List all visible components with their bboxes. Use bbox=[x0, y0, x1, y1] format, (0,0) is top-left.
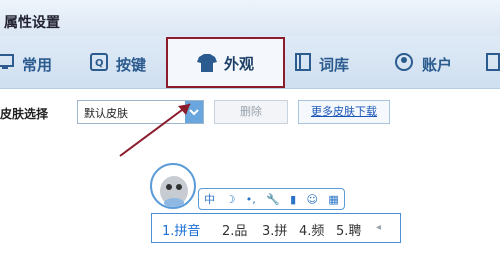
candidate-item[interactable]: 5.聘 bbox=[336, 220, 361, 239]
ime-status-toolbar: 中 ☽ •, 🔧 ▮ ☺ ▦ bbox=[198, 188, 345, 210]
candidate-item[interactable]: 1.拼音 bbox=[162, 220, 200, 239]
prev-page-icon[interactable]: ◂ bbox=[376, 222, 381, 233]
smiley-icon[interactable]: ☺ bbox=[307, 193, 318, 206]
punctuation-icon[interactable]: •, bbox=[246, 193, 256, 206]
candidate-item[interactable]: 4.频 bbox=[299, 220, 324, 239]
clipboard-icon[interactable]: ▮ bbox=[290, 193, 296, 206]
candidate-window: 1.拼音 2.品 3.拼 4.频 5.聘 ◂ bbox=[151, 213, 401, 243]
chinese-mode-icon[interactable]: 中 bbox=[204, 191, 215, 207]
grid-icon[interactable]: ▦ bbox=[328, 193, 338, 206]
candidate-item[interactable]: 2.品 bbox=[222, 220, 247, 239]
candidate-item[interactable]: 3.拼 bbox=[262, 220, 287, 239]
moon-icon[interactable]: ☽ bbox=[226, 193, 236, 206]
ime-mascot-avatar[interactable] bbox=[150, 163, 196, 209]
wrench-icon[interactable]: 🔧 bbox=[266, 193, 280, 206]
